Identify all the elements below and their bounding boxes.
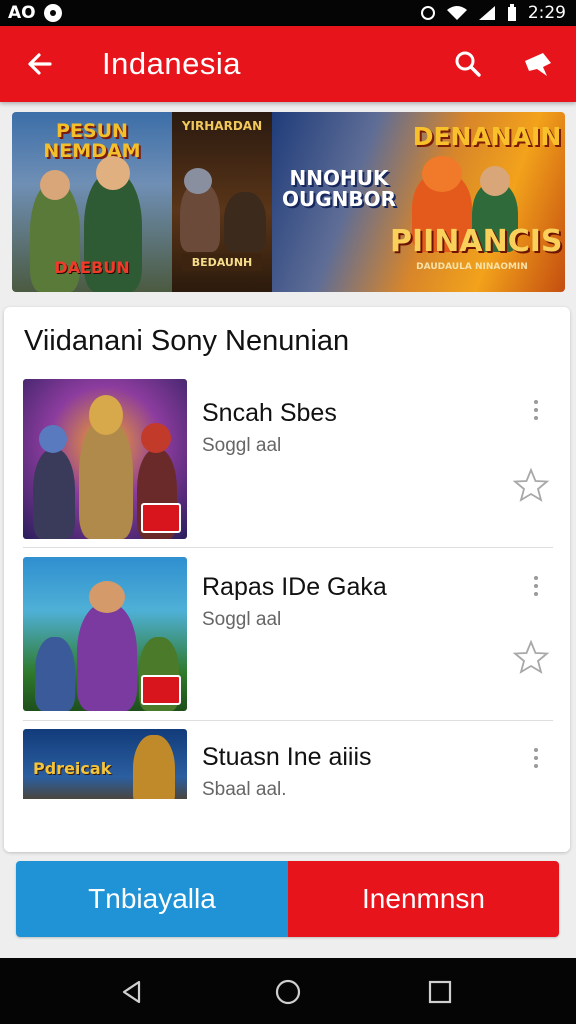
character-art [40, 170, 70, 200]
banner-panel: YIRHARDAN BEDAUNH [172, 112, 272, 292]
character-art [133, 735, 175, 799]
status-time: 2:29 [527, 3, 566, 23]
search-icon [455, 51, 481, 77]
share-button[interactable] [516, 44, 560, 84]
battery-icon [507, 4, 516, 21]
star-outline-icon[interactable] [512, 639, 550, 675]
search-button[interactable] [448, 44, 488, 84]
status-bar: AO 2:29 [0, 0, 576, 26]
more-options-button[interactable] [524, 395, 548, 425]
divider [23, 720, 553, 721]
banner-panel: NNOHUK OUGNBOR DENANAIN PIINANCIS DAUDAU… [272, 112, 565, 292]
app-bar-title: Indanesia [102, 46, 241, 81]
promo-banner[interactable]: PESUN NEMDAM DAEBUN YIRHARDAN BEDAUNH NN… [12, 112, 565, 292]
action-bar: Tnbiayalla Inenmnsn [16, 861, 559, 937]
app-name[interactable]: Stuasn Ine aiiis [202, 743, 372, 772]
home-circle-icon [275, 979, 301, 1005]
nav-home-button[interactable] [268, 972, 308, 1012]
app-subtitle: Soggl aal [202, 609, 282, 630]
app-thumbnail[interactable]: Pdreicak [23, 729, 187, 799]
app-badge [141, 675, 181, 705]
back-button[interactable] [20, 44, 60, 84]
banner-text: DAEBUN [54, 258, 130, 277]
character-art [77, 603, 137, 711]
alarm-icon [420, 6, 435, 20]
character-art [89, 581, 125, 613]
app-thumbnail[interactable] [23, 379, 187, 539]
app-name[interactable]: Sncah Sbes [202, 399, 337, 428]
app-bar: Indanesia [0, 26, 576, 102]
list-fade [4, 799, 570, 852]
status-left-text: AO [8, 3, 36, 23]
list-item[interactable]: Sncah Sbes Soggl aal [4, 379, 570, 539]
app-thumbnail[interactable] [23, 557, 187, 711]
divider [23, 547, 553, 548]
banner-text: NNOHUK OUGNBOR [281, 166, 397, 211]
status-bar-left: AO [8, 2, 62, 24]
more-options-button[interactable] [524, 743, 548, 773]
banner-text: PIINANCIS [390, 224, 563, 259]
banner-text: PESUN NEMDAM [43, 120, 141, 162]
section-title: Viidanani Sony Nenunian [24, 325, 350, 357]
character-art [184, 168, 212, 194]
banner-text: DAUDAULA NINAOMIN [416, 262, 528, 272]
banner-text: BEDAUNH [182, 254, 262, 271]
character-art [224, 192, 266, 252]
secondary-action-button[interactable]: Inenmnsn [288, 861, 559, 937]
app-list-card: Viidanani Sony Nenunian Sncah Sbes Soggl… [4, 307, 570, 852]
share-icon [525, 53, 551, 76]
back-triangle-icon [122, 980, 141, 1004]
character-art [35, 637, 75, 711]
character-art [141, 423, 171, 453]
character-art [39, 425, 67, 453]
banner-panel: PESUN NEMDAM DAEBUN [12, 112, 172, 292]
status-bar-right: 2:29 [420, 2, 566, 24]
character-art [480, 166, 510, 196]
character-art [79, 419, 133, 539]
signal-icon [478, 6, 495, 20]
banner-text: YIRHARDAN [181, 119, 263, 133]
wifi-icon [446, 6, 467, 20]
app-subtitle: Soggl aal [202, 435, 282, 456]
banner-text: DENANAIN [412, 122, 562, 151]
arrow-left-icon [28, 53, 52, 75]
app-name[interactable]: Rapas IDe Gaka [202, 573, 387, 602]
list-item[interactable]: Pdreicak Stuasn Ine aiiis Sbaal aal. [4, 729, 570, 799]
character-art [33, 449, 75, 539]
character-art [422, 156, 462, 192]
nav-recents-button[interactable] [420, 972, 460, 1012]
list-item[interactable]: Rapas IDe Gaka Soggl aal [4, 557, 570, 711]
app-subtitle: Sbaal aal. [202, 779, 287, 799]
app-badge [141, 503, 181, 533]
nav-back-button[interactable] [112, 972, 152, 1012]
recents-square-icon [428, 980, 452, 1004]
star-outline-icon[interactable] [512, 467, 550, 503]
more-options-button[interactable] [524, 571, 548, 601]
character-art [96, 156, 130, 190]
app-thumbnail-label: Pdreicak [33, 759, 112, 778]
primary-action-button[interactable]: Tnbiayalla [16, 861, 288, 937]
character-art [89, 395, 123, 435]
notification-icon [43, 4, 62, 22]
system-nav-bar [0, 958, 576, 1024]
